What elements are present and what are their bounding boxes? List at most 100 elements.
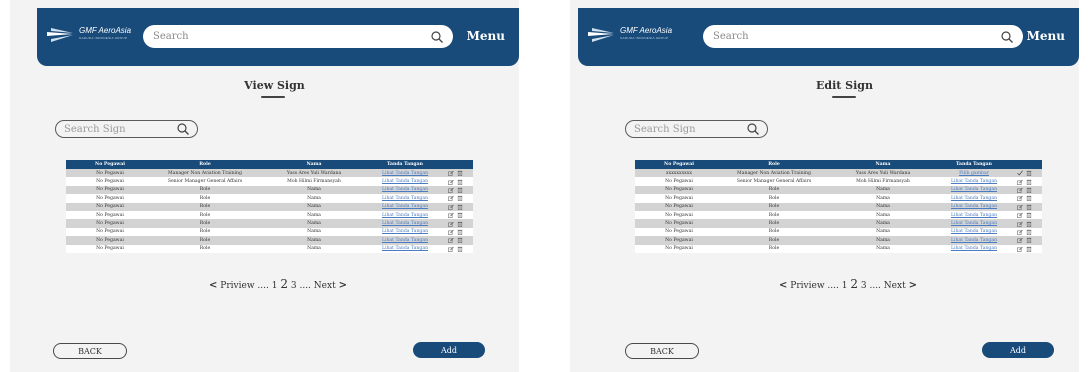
cell-actions <box>1007 210 1042 220</box>
menu-button[interactable]: Menu <box>467 29 505 43</box>
cell-no-pegawai: xxxxxxxxxx <box>635 169 723 178</box>
global-search-input[interactable]: Search <box>703 25 1023 48</box>
page-2[interactable]: 2 <box>280 277 288 291</box>
trash-icon[interactable] <box>457 212 463 219</box>
edit-icon[interactable] <box>448 212 454 219</box>
table-row: No Pegawai Role Nama Lihat Tanda Tangan <box>635 219 1042 228</box>
edit-icon[interactable] <box>448 220 454 227</box>
next-arrow-icon[interactable]: > <box>339 280 347 291</box>
trash-icon[interactable] <box>1026 170 1032 177</box>
page-1[interactable]: 1 <box>272 281 278 291</box>
search-icon[interactable] <box>431 30 443 43</box>
cell-tanda-tangan[interactable]: Lihat Tanda Tangan <box>372 227 438 237</box>
cell-tanda-tangan[interactable]: Lihat Tanda Tangan <box>372 177 438 186</box>
trash-icon[interactable] <box>457 220 463 227</box>
cell-tanda-tangan[interactable]: Lihat Tanda Tangan <box>941 185 1007 195</box>
edit-icon[interactable] <box>1017 228 1023 235</box>
edit-icon[interactable] <box>448 186 454 193</box>
trash-icon[interactable] <box>1026 203 1032 210</box>
trash-icon[interactable] <box>1026 195 1032 202</box>
cell-tanda-tangan[interactable]: Lihat Tanda Tangan <box>372 236 438 245</box>
search-icon[interactable] <box>1001 30 1013 43</box>
edit-icon[interactable] <box>448 237 454 244</box>
cell-tanda-tangan[interactable]: Lihat Tanda Tangan <box>372 202 438 211</box>
prev-arrow-icon[interactable]: < <box>209 280 217 291</box>
sign-search-input[interactable]: Search Sign <box>625 120 768 138</box>
trash-icon[interactable] <box>457 203 463 210</box>
search-icon[interactable] <box>747 123 759 135</box>
next-arrow-icon[interactable]: > <box>909 280 917 291</box>
trash-icon[interactable] <box>1026 186 1032 193</box>
cell-tanda-tangan[interactable]: Lihat Tanda Tangan <box>372 244 438 253</box>
edit-icon[interactable] <box>1017 195 1023 202</box>
cell-tanda-tangan[interactable]: Lihat Tanda Tangan <box>941 210 1007 220</box>
global-search-input[interactable]: Search <box>143 25 453 48</box>
back-button[interactable]: BACK <box>625 343 699 359</box>
edit-icon[interactable] <box>448 195 454 202</box>
col-actions <box>438 160 473 169</box>
trash-icon[interactable] <box>1026 245 1032 252</box>
edit-icon[interactable] <box>1017 220 1023 227</box>
edit-icon[interactable] <box>448 178 454 185</box>
cell-tanda-tangan[interactable]: Lihat Tanda Tangan <box>941 227 1007 237</box>
pager-next[interactable]: Next <box>314 281 336 291</box>
check-icon[interactable] <box>1017 170 1023 177</box>
menu-button[interactable]: Menu <box>1027 29 1065 43</box>
edit-icon[interactable] <box>1017 245 1023 252</box>
cell-tanda-tangan[interactable]: Lihat Tanda Tangan <box>941 219 1007 228</box>
edit-icon[interactable] <box>1017 203 1023 210</box>
add-button[interactable]: Add <box>982 342 1054 358</box>
edit-icon[interactable] <box>1017 186 1023 193</box>
add-button[interactable]: Add <box>413 342 485 358</box>
trash-icon[interactable] <box>1026 178 1032 185</box>
cell-role: Role <box>723 219 825 228</box>
cell-tanda-tangan[interactable]: Lihat Tanda Tangan <box>941 194 1007 203</box>
page-1[interactable]: 1 <box>842 281 848 291</box>
cell-actions <box>438 177 473 186</box>
cell-tanda-tangan[interactable]: Lihat Tanda Tangan <box>941 202 1007 211</box>
page-3[interactable]: 3 <box>861 281 867 291</box>
trash-icon[interactable] <box>1026 237 1032 244</box>
cell-tanda-tangan[interactable]: Lihat Tanda Tangan <box>372 185 438 195</box>
edit-icon[interactable] <box>1017 237 1023 244</box>
cell-tanda-tangan[interactable]: Lihat Tanda Tangan <box>941 177 1007 186</box>
pager-next[interactable]: Next <box>884 281 906 291</box>
pager-prev[interactable]: Priview <box>790 281 824 291</box>
back-button[interactable]: BACK <box>53 343 127 359</box>
col-no-pegawai: No Pegawai <box>635 160 723 169</box>
table-row: No Pegawai Role Nama Lihat Tanda Tangan <box>66 236 473 245</box>
trash-icon[interactable] <box>457 186 463 193</box>
trash-icon[interactable] <box>1026 228 1032 235</box>
page-3[interactable]: 3 <box>291 281 297 291</box>
trash-icon[interactable] <box>457 245 463 252</box>
cell-tanda-tangan[interactable]: Lihat Tanda Tangan <box>941 244 1007 253</box>
edit-icon[interactable] <box>448 170 454 177</box>
cell-tanda-tangan[interactable]: Pilih gambar <box>941 169 1007 178</box>
page-2[interactable]: 2 <box>850 277 858 291</box>
logo-tagline: GARUDA INDONESIA GROUP <box>620 36 669 40</box>
col-nama: Nama <box>256 160 372 169</box>
edit-icon[interactable] <box>448 203 454 210</box>
prev-arrow-icon[interactable]: < <box>779 280 787 291</box>
sign-search-input[interactable]: Search Sign <box>55 120 198 138</box>
trash-icon[interactable] <box>457 237 463 244</box>
cell-tanda-tangan[interactable]: Lihat Tanda Tangan <box>941 236 1007 245</box>
trash-icon[interactable] <box>457 178 463 185</box>
pager-prev[interactable]: Priview <box>220 281 254 291</box>
trash-icon[interactable] <box>457 195 463 202</box>
gmf-logo[interactable]: GMF AeroAsia GARUDA INDONESIA GROUP <box>588 26 678 52</box>
gmf-logo[interactable]: GMF AeroAsia GARUDA INDONESIA GROUP <box>47 26 137 52</box>
trash-icon[interactable] <box>1026 212 1032 219</box>
cell-tanda-tangan[interactable]: Lihat Tanda Tangan <box>372 210 438 220</box>
edit-icon[interactable] <box>448 228 454 235</box>
cell-tanda-tangan[interactable]: Lihat Tanda Tangan <box>372 219 438 228</box>
edit-icon[interactable] <box>1017 212 1023 219</box>
edit-icon[interactable] <box>448 245 454 252</box>
edit-icon[interactable] <box>1017 178 1023 185</box>
trash-icon[interactable] <box>1026 220 1032 227</box>
trash-icon[interactable] <box>457 170 463 177</box>
cell-tanda-tangan[interactable]: Lihat Tanda Tangan <box>372 169 438 178</box>
cell-tanda-tangan[interactable]: Lihat Tanda Tangan <box>372 194 438 203</box>
search-icon[interactable] <box>177 123 189 135</box>
trash-icon[interactable] <box>457 228 463 235</box>
